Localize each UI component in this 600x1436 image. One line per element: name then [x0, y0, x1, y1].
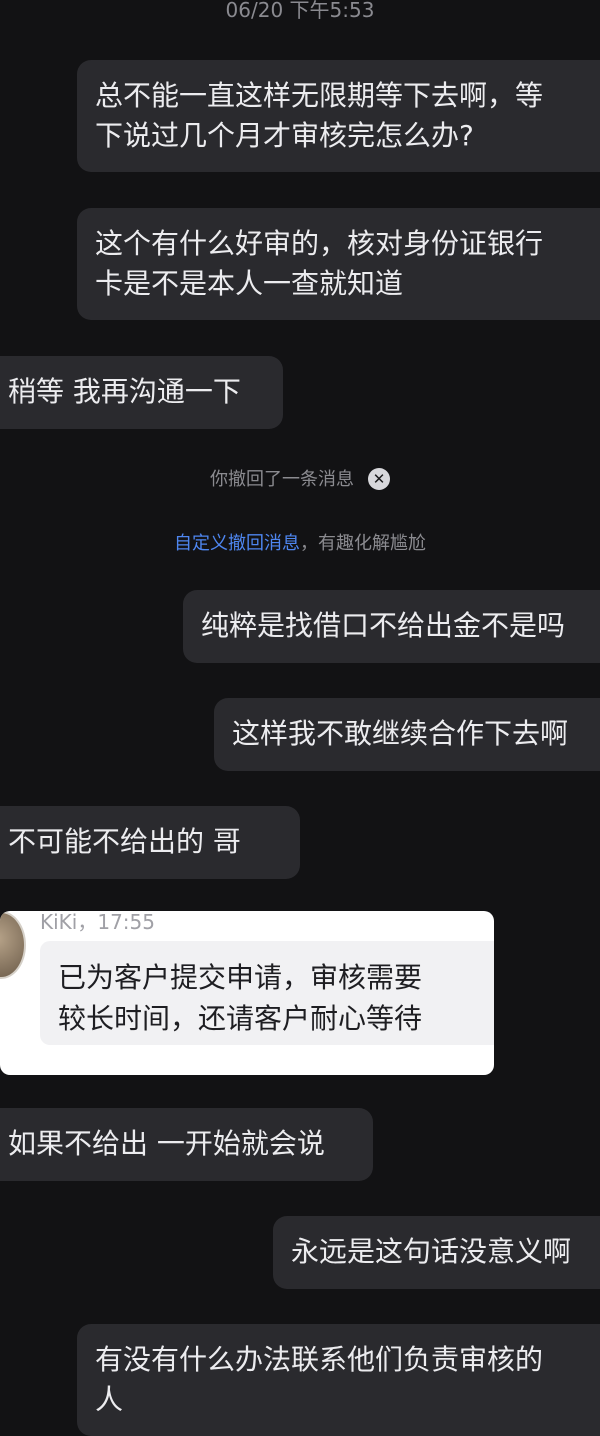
- quote-bubble: 已为客户提交申请，审核需要 较长时间，还请客户耐心等待: [40, 941, 494, 1045]
- recalled-notice: 你撤回了一条消息 ✕: [0, 465, 600, 491]
- message-bubble-sent[interactable]: 这样我不敢继续合作下去啊: [214, 698, 600, 771]
- message-text: 这样我不敢继续合作下去啊: [232, 717, 569, 750]
- message-bubble-received[interactable]: 稍等 我再沟通一下: [0, 356, 283, 429]
- quote-text-line: 已为客户提交申请，审核需要: [58, 961, 423, 994]
- message-text: 如果不给出 一开始就会说: [8, 1127, 325, 1160]
- timestamp: 06/20 下午5:53: [225, 0, 375, 22]
- message-text-line: 卡是不是本人一查就知道: [95, 267, 404, 300]
- message-text-line: 人: [95, 1383, 124, 1416]
- message-text-line: 下说过几个月才审核完怎么办?: [95, 119, 474, 152]
- avatar: [0, 911, 26, 979]
- message-bubble-sent[interactable]: 纯粹是找借口不给出金不是吗: [183, 590, 600, 663]
- message-bubble-received[interactable]: 如果不给出 一开始就会说: [0, 1108, 373, 1181]
- message-bubble-sent[interactable]: 有没有什么办法联系他们负责审核的 人: [77, 1324, 600, 1436]
- message-text: 永远是这句话没意义啊: [291, 1235, 572, 1268]
- recall-hint: 自定义撤回消息，有趣化解尴尬: [0, 529, 600, 555]
- quote-sender-time: KiKi，17:55: [40, 911, 155, 934]
- message-text-line: 这个有什么好审的，核对身份证银行: [95, 227, 544, 260]
- message-text-line: 有没有什么办法联系他们负责审核的: [95, 1343, 544, 1376]
- recalled-text: 你撤回了一条消息: [210, 469, 354, 490]
- message-text-line: 总不能一直这样无限期等下去啊，等: [95, 79, 544, 112]
- custom-recall-link[interactable]: 自定义撤回消息: [174, 533, 300, 554]
- message-bubble-sent[interactable]: 永远是这句话没意义啊: [273, 1216, 600, 1289]
- message-bubble-sent[interactable]: 总不能一直这样无限期等下去啊，等 下说过几个月才审核完怎么办?: [77, 60, 600, 172]
- message-bubble-sent[interactable]: 这个有什么好审的，核对身份证银行 卡是不是本人一查就知道: [77, 208, 600, 320]
- message-text: 纯粹是找借口不给出金不是吗: [201, 609, 566, 642]
- message-text: 稍等 我再沟通一下: [8, 375, 241, 408]
- message-bubble-received[interactable]: 不可能不给出的 哥: [0, 806, 300, 879]
- message-text: 不可能不给出的 哥: [8, 825, 241, 858]
- recall-hint-text: ，有趣化解尴尬: [300, 533, 426, 554]
- close-icon[interactable]: ✕: [368, 467, 390, 490]
- quote-text-line: 较长时间，还请客户耐心等待: [58, 1002, 423, 1035]
- quoted-screenshot[interactable]: KiKi，17:55 已为客户提交申请，审核需要 较长时间，还请客户耐心等待: [0, 911, 494, 1075]
